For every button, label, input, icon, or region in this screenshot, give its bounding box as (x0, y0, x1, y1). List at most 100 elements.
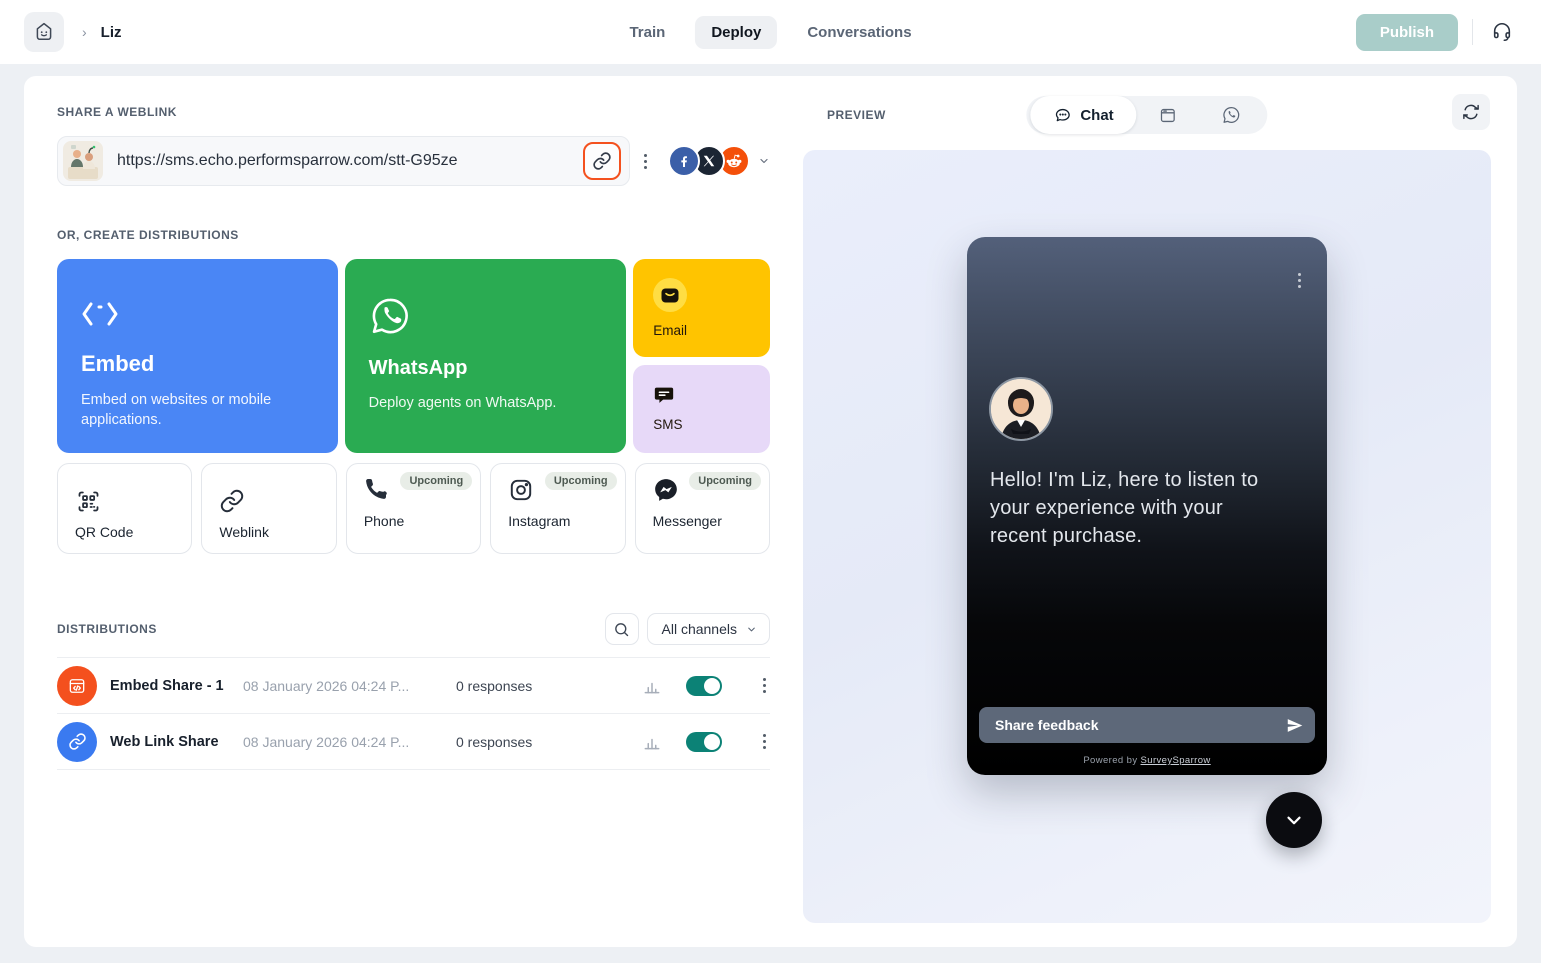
nav-tabs: Train Deploy Conversations (613, 16, 927, 49)
weblink-field[interactable]: https://sms.echo.performsparrow.com/stt-… (57, 136, 630, 186)
copy-link-button[interactable] (583, 142, 621, 180)
breadcrumb: Liz (101, 24, 122, 41)
breadcrumb-chevron-icon: › (82, 24, 87, 40)
deploy-left-column: SHARE A WEBLINK https: (57, 76, 770, 770)
send-icon (1286, 717, 1303, 734)
row-more-button[interactable] (759, 674, 770, 697)
preview-mode-switcher: Chat (1026, 96, 1267, 134)
powered-by-prefix: Powered by (1083, 755, 1140, 766)
distributions-heading: DISTRIBUTIONS (57, 622, 157, 636)
weblink-card[interactable]: Weblink (201, 463, 336, 554)
reddit-icon (724, 151, 744, 171)
qr-code-card[interactable]: QR Code (57, 463, 192, 554)
top-navigation: › Liz Train Deploy Conversations Publish (0, 0, 1541, 64)
upcoming-badge: Upcoming (689, 472, 761, 490)
instagram-card[interactable]: Upcoming Instagram (490, 463, 625, 554)
channel-small-cards: QR Code Weblink Upcoming Ph (57, 463, 770, 554)
link-icon (592, 151, 612, 171)
tab-conversations[interactable]: Conversations (791, 16, 927, 49)
weblink-more-button[interactable] (640, 150, 651, 173)
analytics-button[interactable] (642, 732, 664, 752)
feedback-input-placeholder: Share feedback (995, 717, 1286, 733)
sms-card-label: SMS (653, 417, 750, 432)
deploy-page-card: SHARE A WEBLINK https: (24, 76, 1517, 947)
preview-tab-whatsapp[interactable] (1200, 96, 1264, 134)
nav-divider (1472, 19, 1473, 45)
whatsapp-card[interactable]: WhatsApp Deploy agents on WhatsApp. (345, 259, 627, 453)
bar-chart-icon (642, 676, 662, 696)
refresh-preview-button[interactable] (1452, 94, 1490, 130)
sms-icon (653, 384, 675, 406)
table-row-web-link-share[interactable]: Web Link Share 08 January 2026 04:24 P..… (57, 714, 770, 770)
tab-deploy[interactable]: Deploy (695, 16, 777, 49)
weblink-url-text: https://sms.echo.performsparrow.com/stt-… (117, 152, 583, 170)
distributions-tools: All channels (605, 613, 771, 645)
search-button[interactable] (605, 613, 639, 645)
weblink-thumbnail (63, 141, 103, 181)
home-button[interactable] (24, 12, 64, 52)
facebook-icon (676, 153, 692, 169)
embed-card-description: Embed on websites or mobile applications… (81, 390, 314, 430)
email-card[interactable]: Email (633, 259, 770, 357)
distribution-date: 08 January 2026 04:24 P... (243, 678, 456, 694)
embed-card[interactable]: Embed Embed on websites or mobile applic… (57, 259, 338, 453)
chevron-down-icon (758, 155, 770, 167)
qr-code-icon (75, 487, 191, 515)
distribution-cards: Embed Embed on websites or mobile applic… (57, 259, 770, 453)
publish-button[interactable]: Publish (1356, 14, 1458, 51)
create-distributions-heading: OR, CREATE DISTRIBUTIONS (57, 228, 770, 242)
code-icon (81, 301, 119, 327)
nav-right-actions: Publish (1356, 14, 1517, 51)
home-smiley-icon (32, 20, 56, 44)
distribution-name: Embed Share - 1 (110, 678, 243, 694)
surveysparrow-link[interactable]: SurveySparrow (1141, 755, 1211, 766)
chat-bubble-icon (1053, 106, 1072, 125)
search-icon (613, 621, 630, 638)
messenger-card-label: Messenger (653, 513, 769, 529)
bot-avatar (989, 377, 1053, 441)
bar-chart-icon (642, 732, 662, 752)
refresh-icon (1462, 103, 1480, 121)
social-more-chevron[interactable] (758, 155, 770, 167)
preview-panel: PREVIEW Chat (803, 76, 1491, 923)
kebab-icon (763, 678, 766, 693)
facebook-share-button[interactable] (668, 145, 700, 177)
messenger-card[interactable]: Upcoming Messenger (635, 463, 770, 554)
email-card-label: Email (653, 323, 750, 338)
chat-menu-button[interactable] (1298, 273, 1301, 288)
mini-card-column: Email SMS (633, 259, 770, 453)
sms-card[interactable]: SMS (633, 365, 770, 453)
kebab-icon (644, 154, 647, 169)
embed-share-icon (57, 666, 97, 706)
headset-icon (1491, 21, 1513, 43)
channel-filter-label: All channels (662, 621, 738, 637)
phone-card[interactable]: Upcoming Phone (346, 463, 481, 554)
distribution-toggle[interactable] (686, 676, 722, 696)
preview-tab-browser[interactable] (1137, 96, 1200, 134)
weblink-share-icon (57, 722, 97, 762)
feedback-input[interactable]: Share feedback (979, 707, 1315, 743)
row-more-button[interactable] (759, 730, 770, 753)
analytics-button[interactable] (642, 676, 664, 696)
upcoming-badge: Upcoming (545, 472, 617, 490)
qr-code-card-label: QR Code (75, 524, 191, 540)
distribution-toggle[interactable] (686, 732, 722, 752)
table-row-embed-share[interactable]: Embed Share - 1 08 January 2026 04:24 P.… (57, 658, 770, 714)
upcoming-badge: Upcoming (400, 472, 472, 490)
kebab-icon (763, 734, 766, 749)
preview-stage: Hello! I'm Liz, here to listen to your e… (803, 150, 1491, 923)
preview-tab-chat[interactable]: Chat (1030, 96, 1136, 134)
channel-filter-dropdown[interactable]: All channels (647, 613, 771, 645)
chevron-down-icon (746, 624, 757, 635)
distribution-responses: 0 responses (456, 678, 642, 694)
distribution-name: Web Link Share (110, 734, 243, 750)
weblink-row: https://sms.echo.performsparrow.com/stt-… (57, 136, 770, 186)
whatsapp-card-description: Deploy agents on WhatsApp. (369, 393, 603, 413)
tab-train[interactable]: Train (613, 16, 681, 49)
scroll-down-button[interactable] (1266, 792, 1322, 848)
send-button[interactable] (1286, 717, 1303, 734)
phone-card-label: Phone (364, 513, 480, 529)
support-headset-button[interactable] (1487, 17, 1517, 47)
bot-message: Hello! I'm Liz, here to listen to your e… (990, 466, 1268, 550)
embed-card-title: Embed (81, 351, 314, 377)
